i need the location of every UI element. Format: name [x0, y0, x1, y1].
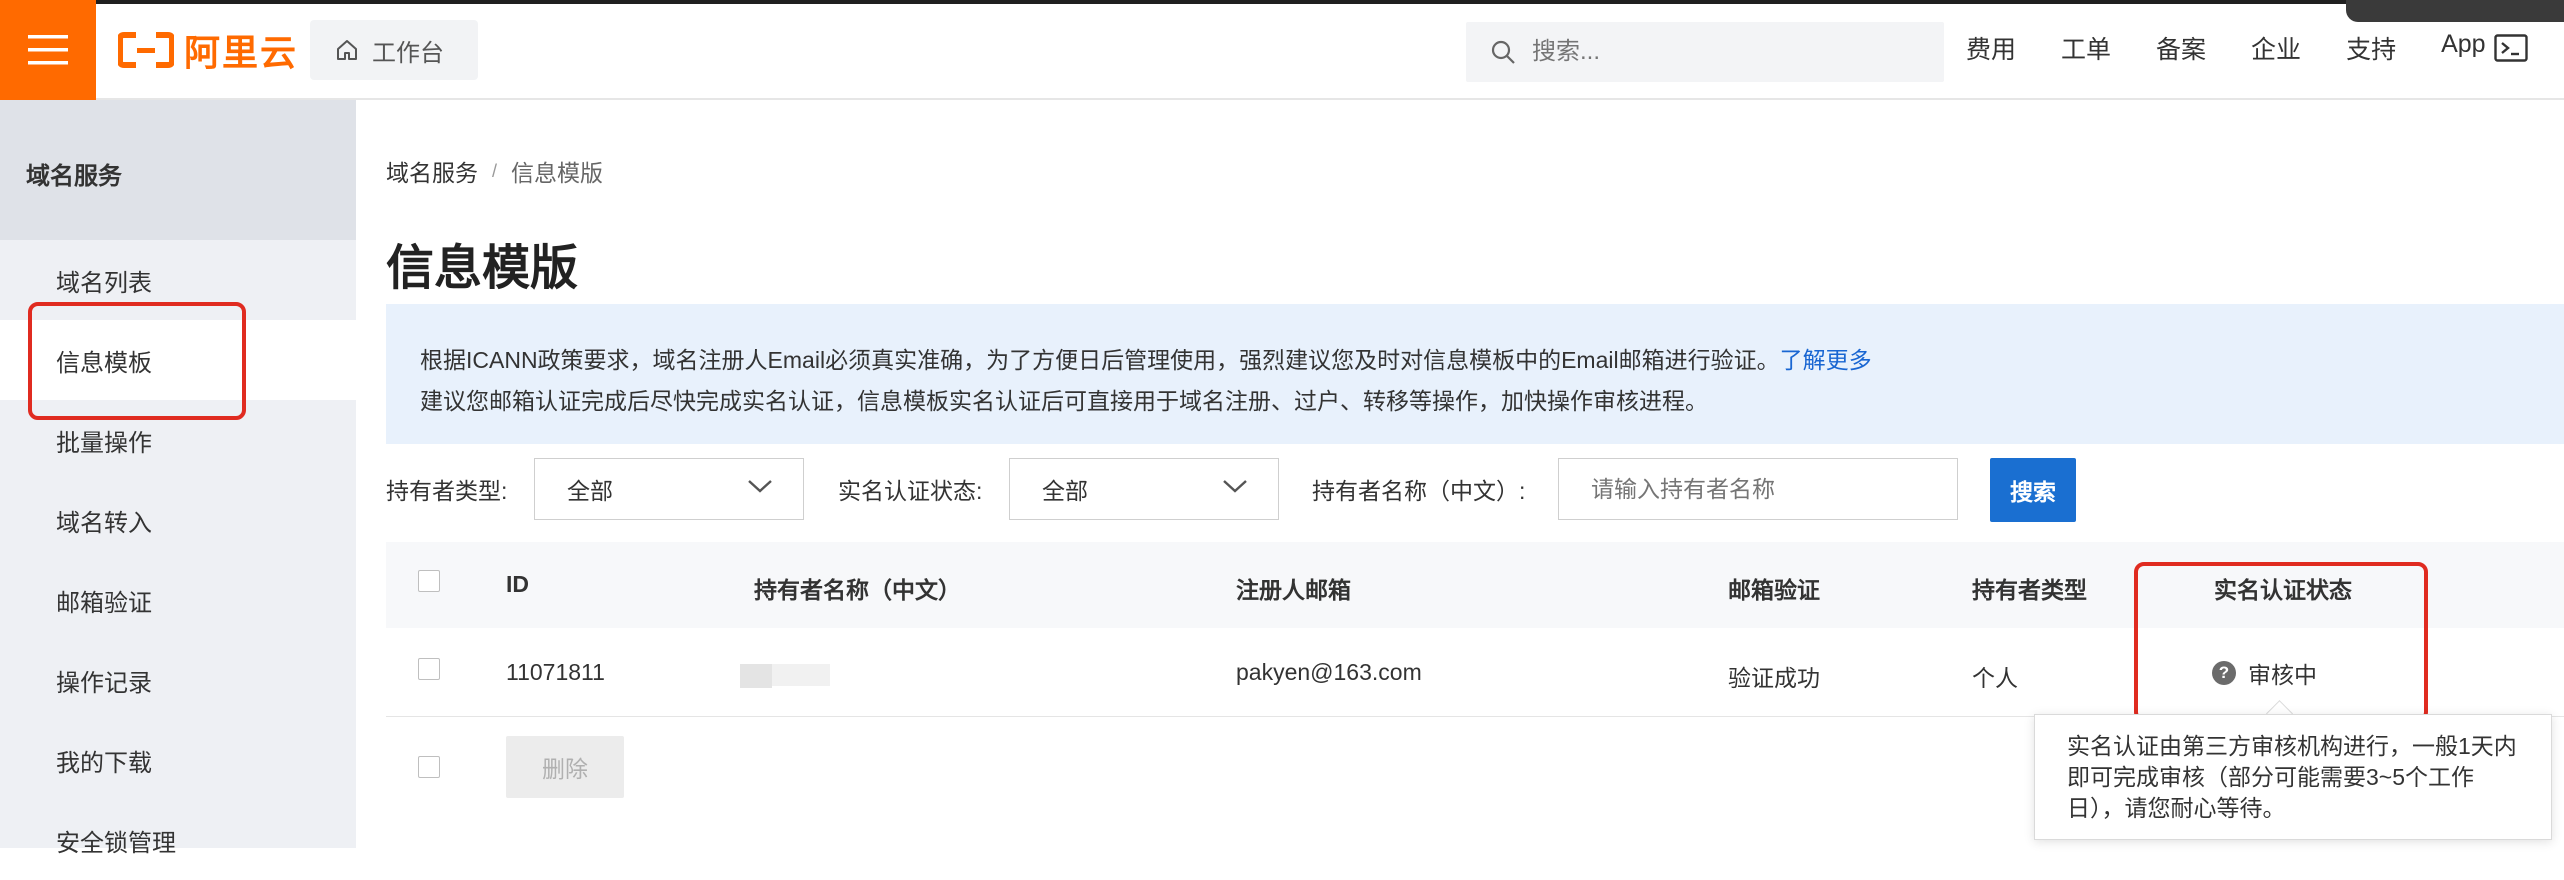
page-title: 信息模版	[386, 242, 579, 295]
search-input[interactable]	[1530, 37, 1934, 67]
sidebar-item-label: 邮箱验证	[56, 589, 152, 617]
sidebar-item-domain-transfer[interactable]: 域名转入	[0, 480, 356, 560]
notice-line-1: 根据ICANN政策要求，域名注册人Email必须真实准确，为了方便日后管理使用，…	[420, 340, 2564, 381]
sidebar-item-label: 安全锁管理	[56, 829, 176, 857]
aliyun-logo-icon	[118, 32, 174, 68]
sidebar-item-email-verify[interactable]: 邮箱验证	[0, 560, 356, 640]
nav-support[interactable]: 支持	[2346, 30, 2415, 66]
delete-button[interactable]: 删除	[506, 736, 624, 798]
verify-status-select[interactable]: 全部	[1009, 458, 1279, 520]
nav-ticket[interactable]: 工单	[2061, 30, 2130, 66]
floating-widget	[2346, 0, 2564, 22]
sidebar-item-downloads[interactable]: 我的下载	[0, 720, 356, 800]
notice-line-2: 建议您邮箱认证完成后尽快完成实名认证，信息模板实名认证后可直接用于域名注册、过户…	[420, 388, 1708, 414]
menu-button[interactable]	[0, 0, 96, 100]
col-holder-name: 持有者名称（中文）	[754, 577, 961, 603]
sidebar-title: 域名服务	[26, 163, 122, 190]
sidebar-item-label: 域名转入	[56, 509, 152, 537]
sidebar-item-label: 操作记录	[56, 669, 152, 697]
nav-icp[interactable]: 备案	[2156, 30, 2225, 66]
nav-enterprise[interactable]: 企业	[2251, 30, 2320, 66]
footer-checkbox[interactable]	[418, 756, 440, 778]
notice-line-1-text: 根据ICANN政策要求，域名注册人Email必须真实准确，为了方便日后管理使用，…	[420, 347, 1780, 373]
cell-email: pakyen@163.com	[1236, 659, 1422, 685]
cell-id: 11071811	[506, 659, 605, 685]
breadcrumb-current: 信息模版	[511, 160, 604, 186]
redacted-name	[740, 664, 772, 688]
col-email: 注册人邮箱	[1236, 577, 1351, 603]
highlight-box-sidebar	[28, 302, 246, 420]
sidebar-item-op-records[interactable]: 操作记录	[0, 640, 356, 720]
holder-type-select[interactable]: 全部	[534, 458, 804, 520]
workbench-label: 工作台	[372, 39, 444, 67]
cell-email-verify: 验证成功	[1728, 665, 1820, 691]
workbench-button[interactable]: 工作台	[310, 20, 478, 80]
sidebar: 域名服务 域名列表 信息模板 批量操作 域名转入 邮箱验证 操作记录 我的下载 …	[0, 100, 356, 857]
top-nav: 费用 工单 备案 企业 支持 App	[1966, 30, 2505, 66]
col-id: ID	[506, 571, 529, 597]
status-tooltip: 实名认证由第三方审核机构进行，一般1天内即可完成审核（部分可能需要3~5个工作日…	[2034, 714, 2552, 840]
tooltip-text: 实名认证由第三方审核机构进行，一般1天内即可完成审核（部分可能需要3~5个工作日…	[2067, 733, 2517, 821]
filter-bar: 持有者类型: 全部 实名认证状态: 全部 持有者名称（中文）: 搜索	[386, 458, 2564, 522]
notice-banner: 根据ICANN政策要求，域名注册人Email必须真实准确，为了方便日后管理使用，…	[386, 304, 2564, 444]
sidebar-item-label: 我的下载	[56, 749, 152, 777]
verify-status-label: 实名认证状态:	[838, 478, 983, 504]
terminal-icon[interactable]	[2494, 34, 2528, 62]
chevron-down-icon	[748, 480, 772, 493]
global-search[interactable]	[1466, 22, 1944, 82]
sidebar-item-security-lock[interactable]: 安全锁管理	[0, 800, 356, 880]
search-button[interactable]: 搜索	[1990, 458, 2076, 522]
aliyun-logo[interactable]: 阿里云	[118, 30, 298, 73]
sidebar-item-label: 批量操作	[56, 429, 152, 457]
breadcrumb-separator: /	[492, 160, 498, 181]
top-bar: 阿里云 工作台 费用 工单 备案 企业 支持 App	[0, 0, 2564, 100]
holder-name-input[interactable]	[1558, 458, 1958, 520]
logo-text: 阿里云	[184, 32, 299, 73]
cell-holder-type: 个人	[1972, 665, 2018, 691]
holder-type-label: 持有者类型:	[386, 478, 508, 504]
hamburger-icon	[28, 35, 68, 65]
sidebar-item-label: 域名列表	[56, 269, 152, 297]
learn-more-link[interactable]: 了解更多	[1780, 347, 1872, 373]
verify-status-value: 全部	[1042, 478, 1088, 504]
highlight-box-status	[2134, 562, 2428, 722]
chevron-down-icon	[1223, 480, 1247, 493]
holder-name-label: 持有者名称（中文）:	[1312, 478, 1526, 504]
col-email-verify: 邮箱验证	[1728, 577, 1820, 603]
breadcrumb: 域名服务 / 信息模版	[386, 154, 603, 188]
breadcrumb-root[interactable]: 域名服务	[386, 154, 478, 188]
row-checkbox[interactable]	[418, 658, 440, 680]
holder-type-value: 全部	[567, 478, 613, 504]
nav-billing[interactable]: 费用	[1966, 30, 2035, 66]
redacted-name-tail	[772, 664, 830, 686]
sidebar-header: 域名服务	[0, 100, 356, 240]
select-all-checkbox[interactable]	[418, 570, 440, 592]
search-icon	[1491, 40, 1515, 64]
col-holder-type: 持有者类型	[1972, 577, 2087, 603]
home-icon	[337, 40, 357, 60]
